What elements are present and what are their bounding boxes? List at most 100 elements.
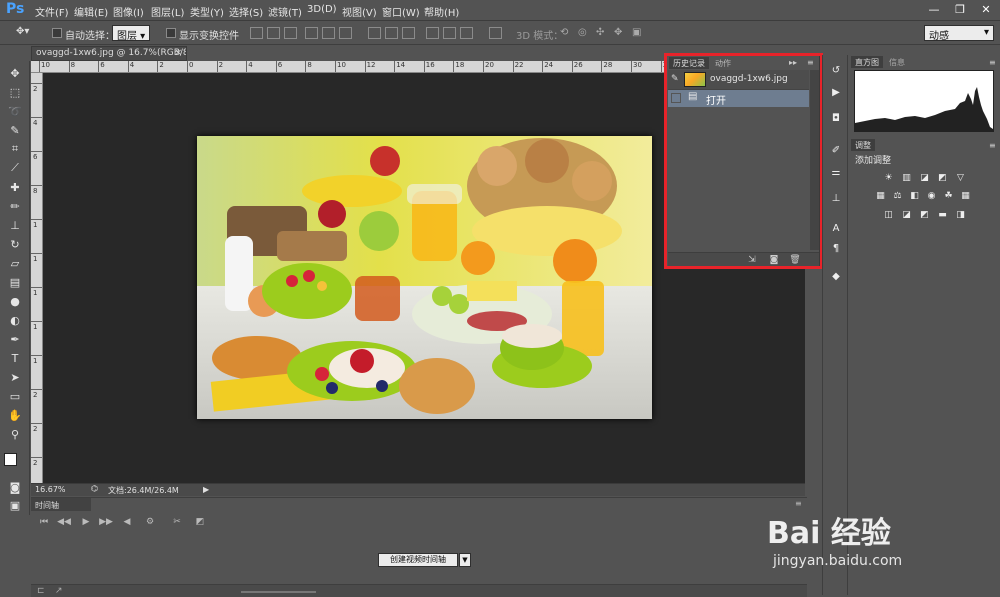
actions-tab[interactable]: 动作 [711,57,735,69]
play-icon[interactable]: ▶ [79,516,93,528]
auto-select-checkbox[interactable] [52,28,62,38]
new-snapshot-camera-icon[interactable]: ◙ [768,254,780,265]
actions-panel-icon[interactable]: ▶ [828,85,844,99]
curves-icon[interactable]: ◪ [919,172,930,183]
eyedropper-tool-icon[interactable]: ⟋ [5,160,25,176]
path-select-tool-icon[interactable]: ➤ [5,369,25,385]
brush-panel-icon[interactable]: ✐ [828,143,844,157]
audio-icon[interactable]: ◀ [120,516,134,528]
first-frame-icon[interactable]: ⏮ [37,516,51,528]
3d-scale-icon[interactable]: ▣ [632,27,641,38]
zoom-level[interactable]: 16.67% [35,485,66,494]
minimize-button[interactable]: — [920,2,948,16]
move-tool-icon[interactable]: ✥ [5,65,25,81]
transition-icon[interactable]: ◩ [193,516,207,528]
status-menu-arrow-icon[interactable]: ▶ [203,485,209,494]
render-icon[interactable]: ↗ [55,586,63,596]
type-tool-icon[interactable]: T [5,350,25,366]
histogram-tab[interactable]: 直方图 [851,56,883,68]
align-hcenter-icon[interactable] [322,27,335,39]
info-tab[interactable]: 信息 [885,56,909,68]
menu-file[interactable]: 文件(F) [35,4,69,19]
timeline-type-dropdown-icon[interactable]: ▼ [459,553,471,567]
move-tool-icon[interactable]: ✥▾ [16,26,29,37]
close-tab-icon[interactable]: × [174,48,182,58]
brush-tool-icon[interactable]: ✏ [5,198,25,214]
history-step-row[interactable]: ▤ 打开 [668,90,809,107]
align-vcenter-icon[interactable] [267,27,280,39]
auto-align-icon[interactable] [489,27,502,39]
adjustments-menu-icon[interactable]: ≡ [989,141,996,150]
prev-frame-icon[interactable]: ◀◀ [57,516,71,528]
menu-type[interactable]: 类型(Y) [190,4,224,19]
clone-stamp-tool-icon[interactable]: ⊥ [5,217,25,233]
posterize-icon[interactable]: ◪ [901,209,912,220]
brush-presets-icon[interactable]: ⚌ [828,165,844,179]
split-scissors-icon[interactable]: ✂ [170,516,184,528]
create-video-timeline-button[interactable]: 创建视频时间轴 [378,553,458,567]
document-tab[interactable]: ovaggd-1xw6.jpg @ 16.7%(RGB/8#) × [31,46,187,61]
menu-3d[interactable]: 3D(D) [307,4,337,15]
color-balance-icon[interactable]: ⚖ [892,190,903,201]
ruler-vertical[interactable]: 2 4 6 8 1 1 1 1 1 2 2 2 [31,73,43,483]
history-menu-icon[interactable]: ≡ [807,58,814,67]
brightness-contrast-icon[interactable]: ☀ [883,172,894,183]
3d-slide-icon[interactable]: ✥ [614,27,622,38]
menu-edit[interactable]: 编辑(E) [74,4,108,19]
history-brush-tool-icon[interactable]: ↻ [5,236,25,252]
menu-view[interactable]: 视图(V) [342,4,377,19]
quick-mask-icon[interactable]: ◙ [5,479,25,495]
align-top-icon[interactable] [250,27,263,39]
distribute-bottom-icon[interactable] [402,27,415,39]
3d-cube-icon[interactable]: ◆ [828,269,844,283]
dodge-tool-icon[interactable]: ◐ [5,312,25,328]
menu-window[interactable]: 窗口(W) [382,4,420,19]
invert-icon[interactable]: ◫ [883,209,894,220]
gradient-map-icon[interactable]: ▬ [937,209,948,220]
distribute-top-icon[interactable] [368,27,381,39]
3d-rotate-icon[interactable]: ⟲ [560,27,568,38]
healing-brush-tool-icon[interactable]: ✚ [5,179,25,195]
quick-select-tool-icon[interactable]: ✎ [5,122,25,138]
settings-gear-icon[interactable]: ⚙ [143,516,157,528]
black-white-icon[interactable]: ◧ [909,190,920,201]
history-snapshot-row[interactable]: ✎ ovaggd-1xw6.jpg [668,70,809,90]
align-bottom-icon[interactable] [284,27,297,39]
vibrance-icon[interactable]: ▽ [955,172,966,183]
exposure-icon[interactable]: ◩ [937,172,948,183]
crop-tool-icon[interactable]: ⌗ [5,141,25,157]
menu-select[interactable]: 选择(S) [229,4,263,19]
foreground-color-swatch[interactable] [4,453,17,466]
align-right-icon[interactable] [339,27,352,39]
new-document-from-state-icon[interactable]: ⇲ [746,254,758,265]
adjustments-tab[interactable]: 调整 [851,139,875,151]
auto-select-dropdown[interactable]: 图层 ▾ [112,25,150,42]
screen-mode-icon[interactable]: ▣ [5,497,25,513]
next-frame-icon[interactable]: ▶▶ [99,516,113,528]
character-panel-icon[interactable]: A [828,221,844,235]
3d-drag-icon[interactable]: ✣ [596,27,604,38]
workspace-dropdown[interactable]: 动感 ▾ [924,25,994,42]
clone-source-icon[interactable]: ⊥ [828,191,844,205]
history-brush-source-icon[interactable]: ✎ [671,74,679,84]
history-tab[interactable]: 历史记录 [669,57,709,69]
color-lookup-icon[interactable]: ▦ [960,190,971,201]
gradient-tool-icon[interactable]: ▤ [5,274,25,290]
3d-roll-icon[interactable]: ◎ [578,27,587,38]
hand-tool-icon[interactable]: ✋ [5,407,25,423]
menu-help[interactable]: 帮助(H) [424,4,459,19]
zoom-tool-icon[interactable]: ⚲ [5,426,25,442]
distribute-vcenter-icon[interactable] [385,27,398,39]
convert-frame-icon[interactable]: ⊏ [37,586,45,596]
channel-mixer-icon[interactable]: ☘ [943,190,954,201]
menu-layer[interactable]: 图层(L) [151,4,184,19]
restore-button[interactable]: ❐ [946,2,974,16]
threshold-icon[interactable]: ◩ [919,209,930,220]
photo-filter-icon[interactable]: ◉ [926,190,937,201]
history-source-checkbox[interactable] [671,93,681,103]
selective-color-icon[interactable]: ◨ [955,209,966,220]
distribute-hcenter-icon[interactable] [443,27,456,39]
distribute-right-icon[interactable] [460,27,473,39]
histogram-menu-icon[interactable]: ≡ [989,58,996,67]
timeline-zoom-slider[interactable] [241,591,316,593]
